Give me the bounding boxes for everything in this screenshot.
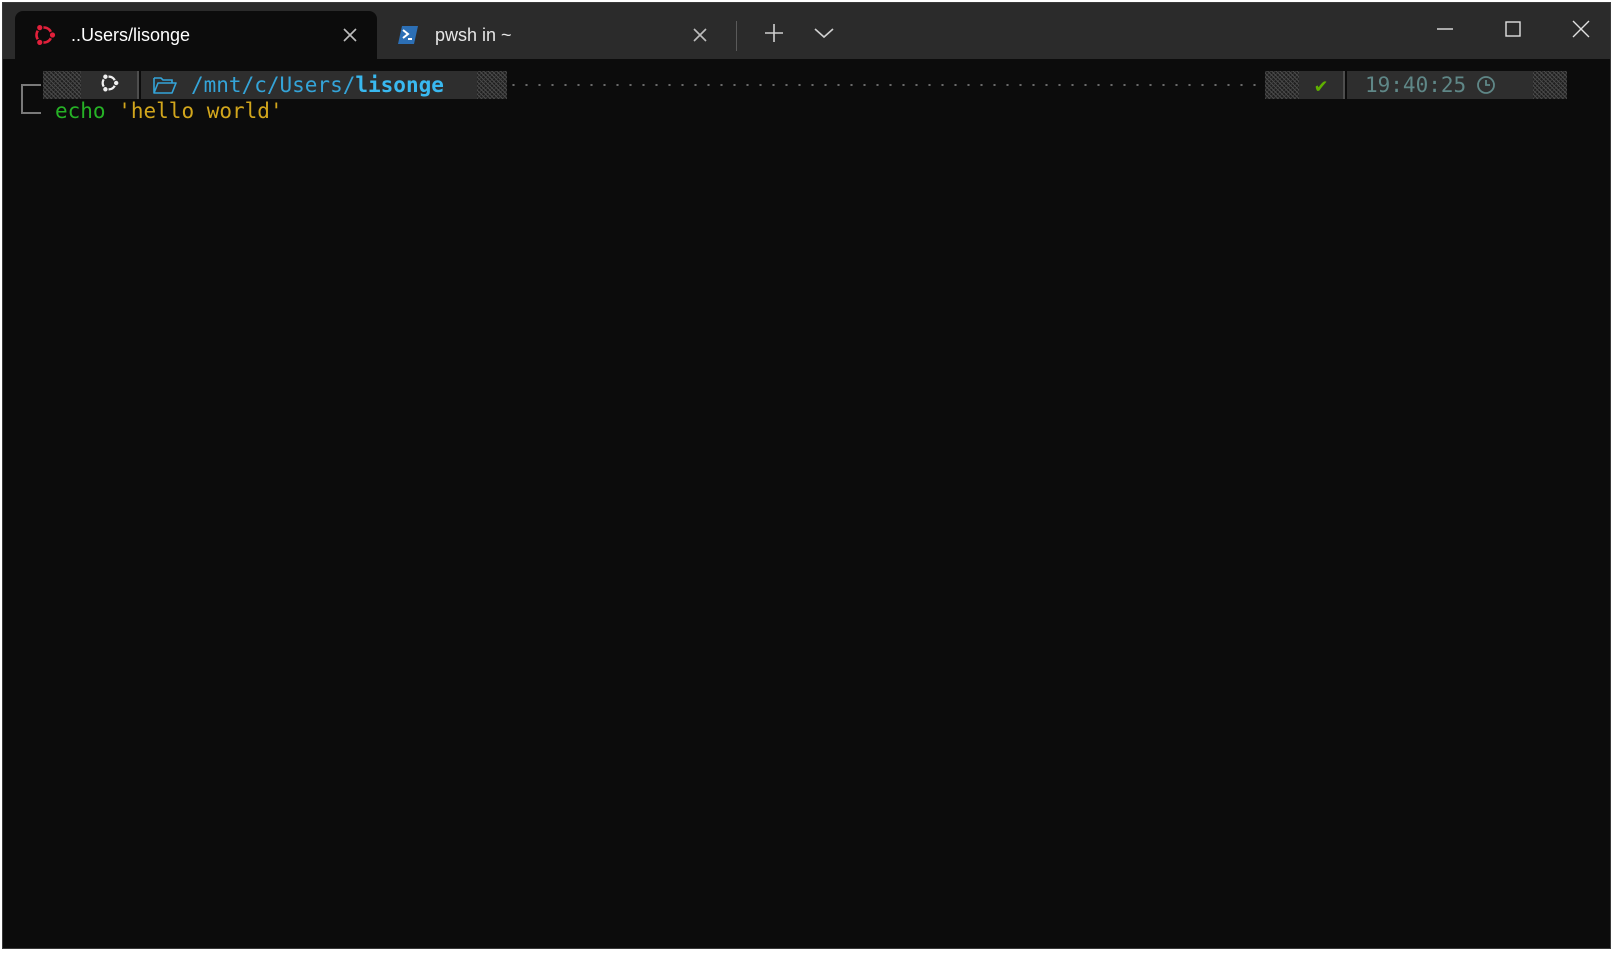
new-tab-button[interactable] [756,17,792,53]
check-icon: ✔ [1314,73,1328,97]
prompt-directory-segment: /mnt/c/Users/lisonge [141,71,477,99]
prompt-time-segment: 19:40:25 [1347,71,1533,99]
chevron-down-icon [814,26,834,44]
ubuntu-icon [31,22,57,48]
command-name: echo [55,99,106,123]
prompt-dither-mid [477,71,507,99]
minimize-icon [1437,21,1453,42]
close-icon [1572,20,1590,43]
terminal-window: ..Users/lisonge pwsh in ~ /mnt/c/Users/ … [2,2,1611,949]
prompt-dither-right [1265,71,1299,99]
prompt-os-segment [81,71,139,99]
command-argument: 'hello world' [106,99,283,123]
maximize-icon [1505,20,1521,42]
ubuntu-icon [98,72,120,99]
close-icon[interactable] [687,22,713,48]
path-prefix: /mnt/c/Users/ [191,73,356,97]
prompt-filler-dots [507,84,1263,86]
command-line[interactable]: echo 'hello world' [55,97,283,125]
profile-dropdown-button[interactable] [806,17,842,53]
command-argument-text: 'hello world' [118,99,283,123]
prompt-dither-end [1533,71,1567,99]
tab-pwsh[interactable]: pwsh in ~ [379,11,727,59]
close-icon[interactable] [337,22,363,48]
prompt-bracket [21,84,41,114]
tab-title: ..Users/lisonge [71,24,191,45]
terminal-content[interactable]: /mnt/c/Users/lisonge ✔ 19:40:25 echo 'he… [3,59,1610,948]
powershell-icon [395,22,421,48]
clock-icon [1476,75,1496,95]
path-anchor: lisonge [355,73,444,97]
tab-ubuntu[interactable]: ..Users/lisonge [15,11,377,59]
folder-open-icon [153,75,177,95]
maximize-button[interactable] [1483,9,1543,53]
plus-icon [764,23,784,48]
minimize-button[interactable] [1415,9,1475,53]
tab-title: pwsh in ~ [435,24,512,45]
close-window-button[interactable] [1551,9,1610,53]
title-bar[interactable]: ..Users/lisonge pwsh in ~ [3,3,1610,59]
prompt-status-segment: ✔ [1299,71,1345,99]
prompt-dither-left [43,71,81,99]
tab-divider [736,21,737,51]
prompt-time: 19:40:25 [1365,73,1467,97]
